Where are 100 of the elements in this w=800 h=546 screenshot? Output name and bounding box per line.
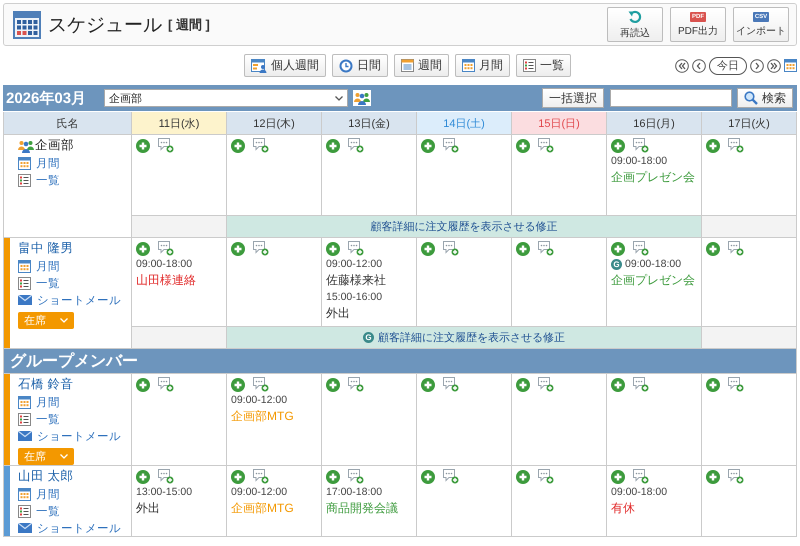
calendar-icon bbox=[18, 156, 31, 170]
task-title[interactable]: 顧客詳細に注文履歴を表示させる修正 bbox=[378, 330, 565, 345]
member-name[interactable]: 山田 太郎 bbox=[18, 468, 74, 485]
comment-add-icon[interactable] bbox=[538, 377, 554, 392]
task-bar[interactable]: 顧客詳細に注文履歴を表示させる修正 bbox=[227, 216, 701, 237]
next-icon[interactable] bbox=[750, 58, 764, 72]
add-icon[interactable] bbox=[136, 378, 150, 392]
event-title[interactable]: 外出 bbox=[326, 305, 412, 322]
comment-add-icon[interactable] bbox=[633, 241, 649, 256]
bulk-select-button[interactable]: 一括選択 bbox=[542, 88, 604, 108]
add-icon[interactable] bbox=[421, 242, 435, 256]
add-icon[interactable] bbox=[706, 242, 720, 256]
comment-add-icon[interactable] bbox=[538, 469, 554, 484]
comment-add-icon[interactable] bbox=[538, 138, 554, 153]
comment-add-icon[interactable] bbox=[348, 469, 364, 484]
comment-add-icon[interactable] bbox=[158, 377, 174, 392]
comment-add-icon[interactable] bbox=[253, 469, 269, 484]
add-icon[interactable] bbox=[706, 138, 720, 152]
add-icon[interactable] bbox=[611, 138, 625, 152]
short-mail-link[interactable]: ショートメール bbox=[37, 520, 121, 536]
add-icon[interactable] bbox=[706, 378, 720, 392]
comment-add-icon[interactable] bbox=[253, 377, 269, 392]
monthly-link[interactable]: 月間 bbox=[36, 258, 60, 274]
event-title[interactable]: 外出 bbox=[136, 500, 222, 517]
reload-button[interactable]: 再読込 bbox=[607, 7, 663, 42]
add-icon[interactable] bbox=[421, 378, 435, 392]
event-title[interactable]: 商品開発会議 bbox=[326, 500, 412, 517]
add-icon[interactable] bbox=[706, 470, 720, 484]
add-icon[interactable] bbox=[516, 242, 530, 256]
comment-add-icon[interactable] bbox=[728, 377, 744, 392]
list-link[interactable]: 一覧 bbox=[36, 276, 60, 290]
add-icon[interactable] bbox=[516, 378, 530, 392]
member-name[interactable]: 石橋 鈴音 bbox=[18, 376, 74, 393]
comment-add-icon[interactable] bbox=[253, 241, 269, 256]
task-title[interactable]: 顧客詳細に注文履歴を表示させる修正 bbox=[370, 219, 558, 234]
comment-add-icon[interactable] bbox=[728, 138, 744, 153]
add-icon[interactable] bbox=[231, 470, 245, 484]
short-mail-link[interactable]: ショートメール bbox=[37, 428, 121, 444]
comment-add-icon[interactable] bbox=[348, 377, 364, 392]
comment-add-icon[interactable] bbox=[538, 241, 554, 256]
short-mail-link[interactable]: ショートメール bbox=[37, 292, 121, 308]
list-link[interactable]: 一覧 bbox=[36, 412, 60, 426]
comment-add-icon[interactable] bbox=[443, 138, 459, 153]
comment-add-icon[interactable] bbox=[158, 469, 174, 484]
view-button[interactable]: 個人週間 bbox=[244, 54, 326, 77]
add-icon[interactable] bbox=[136, 138, 150, 152]
add-icon[interactable] bbox=[516, 138, 530, 152]
comment-add-icon[interactable] bbox=[633, 377, 649, 392]
view-button[interactable]: 月間 bbox=[455, 54, 510, 77]
add-icon[interactable] bbox=[611, 242, 625, 256]
add-icon[interactable] bbox=[136, 242, 150, 256]
first-page-icon[interactable] bbox=[675, 58, 689, 72]
add-icon[interactable] bbox=[326, 138, 340, 152]
add-icon[interactable] bbox=[231, 378, 245, 392]
search-button[interactable]: 検索 bbox=[737, 88, 793, 108]
comment-add-icon[interactable] bbox=[348, 138, 364, 153]
group-select[interactable]: 企画部 bbox=[104, 89, 348, 107]
add-icon[interactable] bbox=[326, 378, 340, 392]
add-icon[interactable] bbox=[231, 138, 245, 152]
add-icon[interactable] bbox=[611, 470, 625, 484]
comment-add-icon[interactable] bbox=[348, 241, 364, 256]
add-icon[interactable] bbox=[611, 378, 625, 392]
comment-add-icon[interactable] bbox=[443, 377, 459, 392]
previous-icon[interactable] bbox=[692, 58, 706, 72]
group-members-icon[interactable] bbox=[354, 91, 370, 105]
add-icon[interactable] bbox=[421, 138, 435, 152]
event-title[interactable]: 佐藤様来社 bbox=[326, 272, 412, 289]
add-icon[interactable] bbox=[231, 242, 245, 256]
event-title[interactable]: 企画プレゼン会 bbox=[611, 169, 697, 186]
event-title[interactable]: 企画プレゼン会 bbox=[611, 272, 697, 289]
comment-add-icon[interactable] bbox=[443, 241, 459, 256]
view-button[interactable]: 週間 bbox=[394, 54, 449, 77]
view-button[interactable]: 日間 bbox=[332, 54, 388, 77]
add-icon[interactable] bbox=[326, 242, 340, 256]
list-link[interactable]: 一覧 bbox=[36, 172, 60, 188]
list-link[interactable]: 一覧 bbox=[36, 504, 60, 518]
comment-add-icon[interactable] bbox=[158, 241, 174, 256]
add-icon[interactable] bbox=[326, 470, 340, 484]
add-icon[interactable] bbox=[516, 470, 530, 484]
comment-add-icon[interactable] bbox=[158, 138, 174, 153]
last-page-icon[interactable] bbox=[767, 58, 781, 72]
comment-add-icon[interactable] bbox=[253, 138, 269, 153]
monthly-link[interactable]: 月間 bbox=[36, 394, 60, 410]
monthly-link[interactable]: 月間 bbox=[36, 486, 60, 502]
search-field[interactable] bbox=[610, 89, 732, 107]
event-title[interactable]: 山田様連絡 bbox=[136, 272, 222, 289]
task-bar[interactable]: G 顧客詳細に注文履歴を表示させる修正 bbox=[227, 327, 701, 348]
comment-add-icon[interactable] bbox=[633, 469, 649, 484]
comment-add-icon[interactable] bbox=[728, 469, 744, 484]
calendar-icon[interactable] bbox=[784, 59, 797, 72]
comment-add-icon[interactable] bbox=[728, 241, 744, 256]
add-icon[interactable] bbox=[421, 470, 435, 484]
member-name[interactable]: 畠中 隆男 bbox=[18, 240, 74, 257]
view-button[interactable]: 一覧 bbox=[516, 54, 571, 77]
event-title[interactable]: 有休 bbox=[611, 500, 697, 517]
add-icon[interactable] bbox=[136, 470, 150, 484]
monthly-link[interactable]: 月間 bbox=[36, 156, 60, 170]
today-button[interactable]: 今日 bbox=[709, 56, 747, 74]
comment-add-icon[interactable] bbox=[443, 469, 459, 484]
comment-add-icon[interactable] bbox=[633, 138, 649, 153]
